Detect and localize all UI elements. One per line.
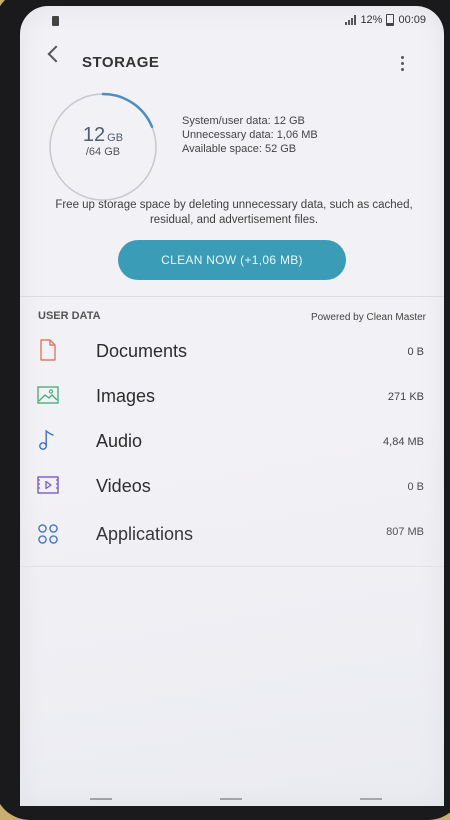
item-label: Documents xyxy=(96,341,188,361)
status-bar: 12% 00:09 xyxy=(20,6,444,32)
home-nav-icon[interactable] xyxy=(220,798,242,806)
screen: 12% 00:09 STORAGE 12 GB /64 GB System/use… xyxy=(20,6,444,806)
music-note-icon xyxy=(39,429,54,450)
unnecessary-data-text: Unnecessary data: 1,06 MB xyxy=(182,129,318,141)
item-size: 807 MB xyxy=(386,526,424,538)
item-size: 271 KB xyxy=(387,391,424,403)
storage-details: System/user data: 12 GB Unnecessary data… xyxy=(182,114,318,156)
back-nav-icon[interactable] xyxy=(360,798,382,806)
recents-nav-icon[interactable] xyxy=(90,798,112,806)
list-item-videos[interactable]: Videos 0 B xyxy=(20,463,444,508)
list-item-audio[interactable]: Audio 4,84 MB xyxy=(20,418,444,463)
used-value: 12 xyxy=(82,124,106,146)
item-label: Videos xyxy=(96,476,151,496)
app-bar: STORAGE xyxy=(20,36,444,80)
divider xyxy=(20,296,444,297)
clean-now-button[interactable]: CLEAN NOW (+1,06 MB) xyxy=(118,240,346,280)
used-storage: 12 GB xyxy=(44,124,162,147)
used-unit: GB xyxy=(107,132,124,144)
powered-by-text: Powered by Clean Master xyxy=(310,312,426,323)
page-title: STORAGE xyxy=(82,54,160,71)
clean-hint-text: Free up storage space by deleting unnece… xyxy=(55,199,413,226)
battery-icon xyxy=(386,14,395,26)
list-item-documents[interactable]: Documents 0 B xyxy=(20,328,444,373)
item-size: 4,84 MB xyxy=(383,436,424,448)
clock: 00:09 xyxy=(398,14,426,26)
user-data-heading: USER DATA xyxy=(38,310,101,322)
list-bottom-divider xyxy=(20,566,444,567)
item-size: 0 B xyxy=(407,481,424,493)
item-label: Applications xyxy=(96,524,194,544)
item-label: Images xyxy=(96,386,156,406)
image-icon xyxy=(37,386,59,404)
back-arrow-icon[interactable] xyxy=(47,45,65,63)
more-options-icon[interactable] xyxy=(401,56,404,71)
phone-frame: 12% 00:09 STORAGE 12 GB /64 GB System/use… xyxy=(0,0,450,820)
available-space-text: Available space: 52 GB xyxy=(182,143,297,155)
total-storage: /64 GB xyxy=(85,146,121,158)
list-item-images[interactable]: Images 271 KB xyxy=(20,373,444,418)
navigation-bar xyxy=(20,792,444,806)
signal-icon xyxy=(345,15,357,25)
status-right: 12% 00:09 xyxy=(345,14,426,26)
user-data-list: Documents 0 B Images 271 KB Audio 4,84 M… xyxy=(20,328,444,553)
apps-grid-icon xyxy=(38,524,58,544)
sim-icon xyxy=(52,16,59,26)
document-icon xyxy=(40,339,56,361)
battery-percentage: 12% xyxy=(360,14,383,26)
system-data-text: System/user data: 12 GB xyxy=(182,115,305,127)
item-label: Audio xyxy=(96,431,143,451)
item-size: 0 B xyxy=(407,346,424,358)
video-icon xyxy=(37,476,59,494)
list-item-applications[interactable]: Applications 807 MB xyxy=(20,508,444,553)
